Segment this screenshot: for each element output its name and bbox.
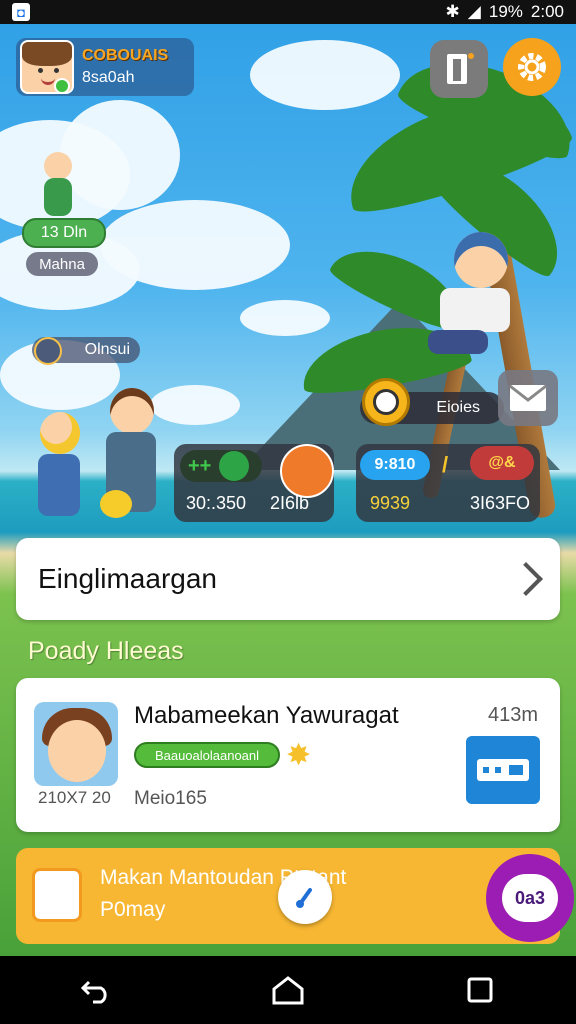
energy-chip: ++ [180,450,262,482]
cloud [60,100,180,210]
mail-button[interactable] [498,370,558,426]
star-icon: ✸ [286,739,312,772]
tools-icon [280,444,334,498]
alarm-clock-icon [362,378,410,426]
recents-square-icon [467,977,493,1003]
resource-value-a: 30:.350 [186,493,247,513]
exit-button[interactable] [430,40,488,98]
ticket-icon [477,759,529,781]
promo-banner[interactable]: Makan Mantoudan Ptotant P0may 0a3 [16,848,574,944]
bluetooth-icon: ✱ [445,2,460,21]
location-tag-label: Olnsui [84,341,130,358]
chat-label: 0a3 [502,874,558,922]
battery-text: 19% [488,2,523,21]
music-note-icon [296,888,312,908]
cloud [250,40,400,110]
back-button[interactable] [66,960,126,1020]
signal-icon: ◢ [467,2,481,21]
leaf-icon [219,451,250,481]
system-nav-bar [0,956,576,1024]
player-subtitle: 8sa0ah [82,69,135,86]
main-menu-card[interactable]: Einglimaargan [16,538,560,620]
status-bar: ◘ ✱ ◢ 19% 2:00 [0,0,576,24]
resource-value-c: 9939 [370,493,411,513]
character-name-pill: Mahna [26,252,98,276]
resource-value-b: 2I6lb [270,493,310,513]
player-profile[interactable]: COBOUAIS 8sa0ah [16,38,194,96]
gift-icon [32,868,82,922]
event-timer-label: Eioies [436,399,480,416]
pet-character[interactable] [100,490,132,518]
friend-time: 413m [487,704,538,726]
app-notification-icon: ◘ [12,3,30,21]
online-status-icon [54,78,70,94]
flying-girl-character[interactable] [420,232,540,362]
exit-door-icon [447,53,474,84]
home-button[interactable] [258,960,318,1020]
friend-level: Meio165 [134,788,207,809]
gem-chip: 9:810 [360,450,430,480]
arrow-icon: / [442,452,449,477]
reward-chip: @& [470,446,534,480]
gear-icon [518,53,546,81]
mail-icon [509,384,547,411]
home-icon [272,976,304,1005]
game-screen: ◘ ✱ ◢ 19% 2:00 COBOUAIS 8sa0ah 13 Dln Ma… [0,0,576,1024]
blonde-kid-character[interactable] [24,412,94,520]
friend-action-button[interactable] [466,736,540,804]
helmet-icon [34,337,62,365]
music-button[interactable] [278,870,332,924]
kid-character[interactable] [38,152,78,216]
friend-card[interactable]: Mabameekan Yawuragat 413m Baauoalolaanoa… [16,678,560,832]
player-name: COBOUAIS [82,47,169,64]
chat-button[interactable]: 0a3 [486,854,574,942]
friend-xp-bar: Baauoalolaanoanl [134,742,280,768]
promo-subtitle: P0may [100,898,166,921]
status-right: ✱ ◢ 19% 2:00 [446,2,564,22]
friend-name: Mabameekan Yawuragat [134,702,399,729]
recents-button[interactable] [450,960,510,1020]
section-title: Poady Hleeas [28,637,184,665]
settings-button[interactable] [503,38,561,96]
energy-chip-label: ++ [188,454,212,477]
resource-panel-left[interactable]: ++ 30:.350 2I6lb [174,444,334,522]
friend-avatar [34,702,118,786]
friend-date: 210X7 20 [38,788,111,807]
character-level-pill[interactable]: 13 Dln [22,218,106,248]
location-tag[interactable]: Olnsui [32,337,140,365]
resource-value-d: 3I63FO [470,493,531,513]
back-arrow-icon [80,980,107,1004]
chevron-right-icon [509,562,543,596]
main-menu-title: Einglimaargan [38,563,217,594]
resource-panel-right[interactable]: 9:810 / @& 9939 3I63FO [356,444,540,522]
clock-text: 2:00 [530,2,564,21]
